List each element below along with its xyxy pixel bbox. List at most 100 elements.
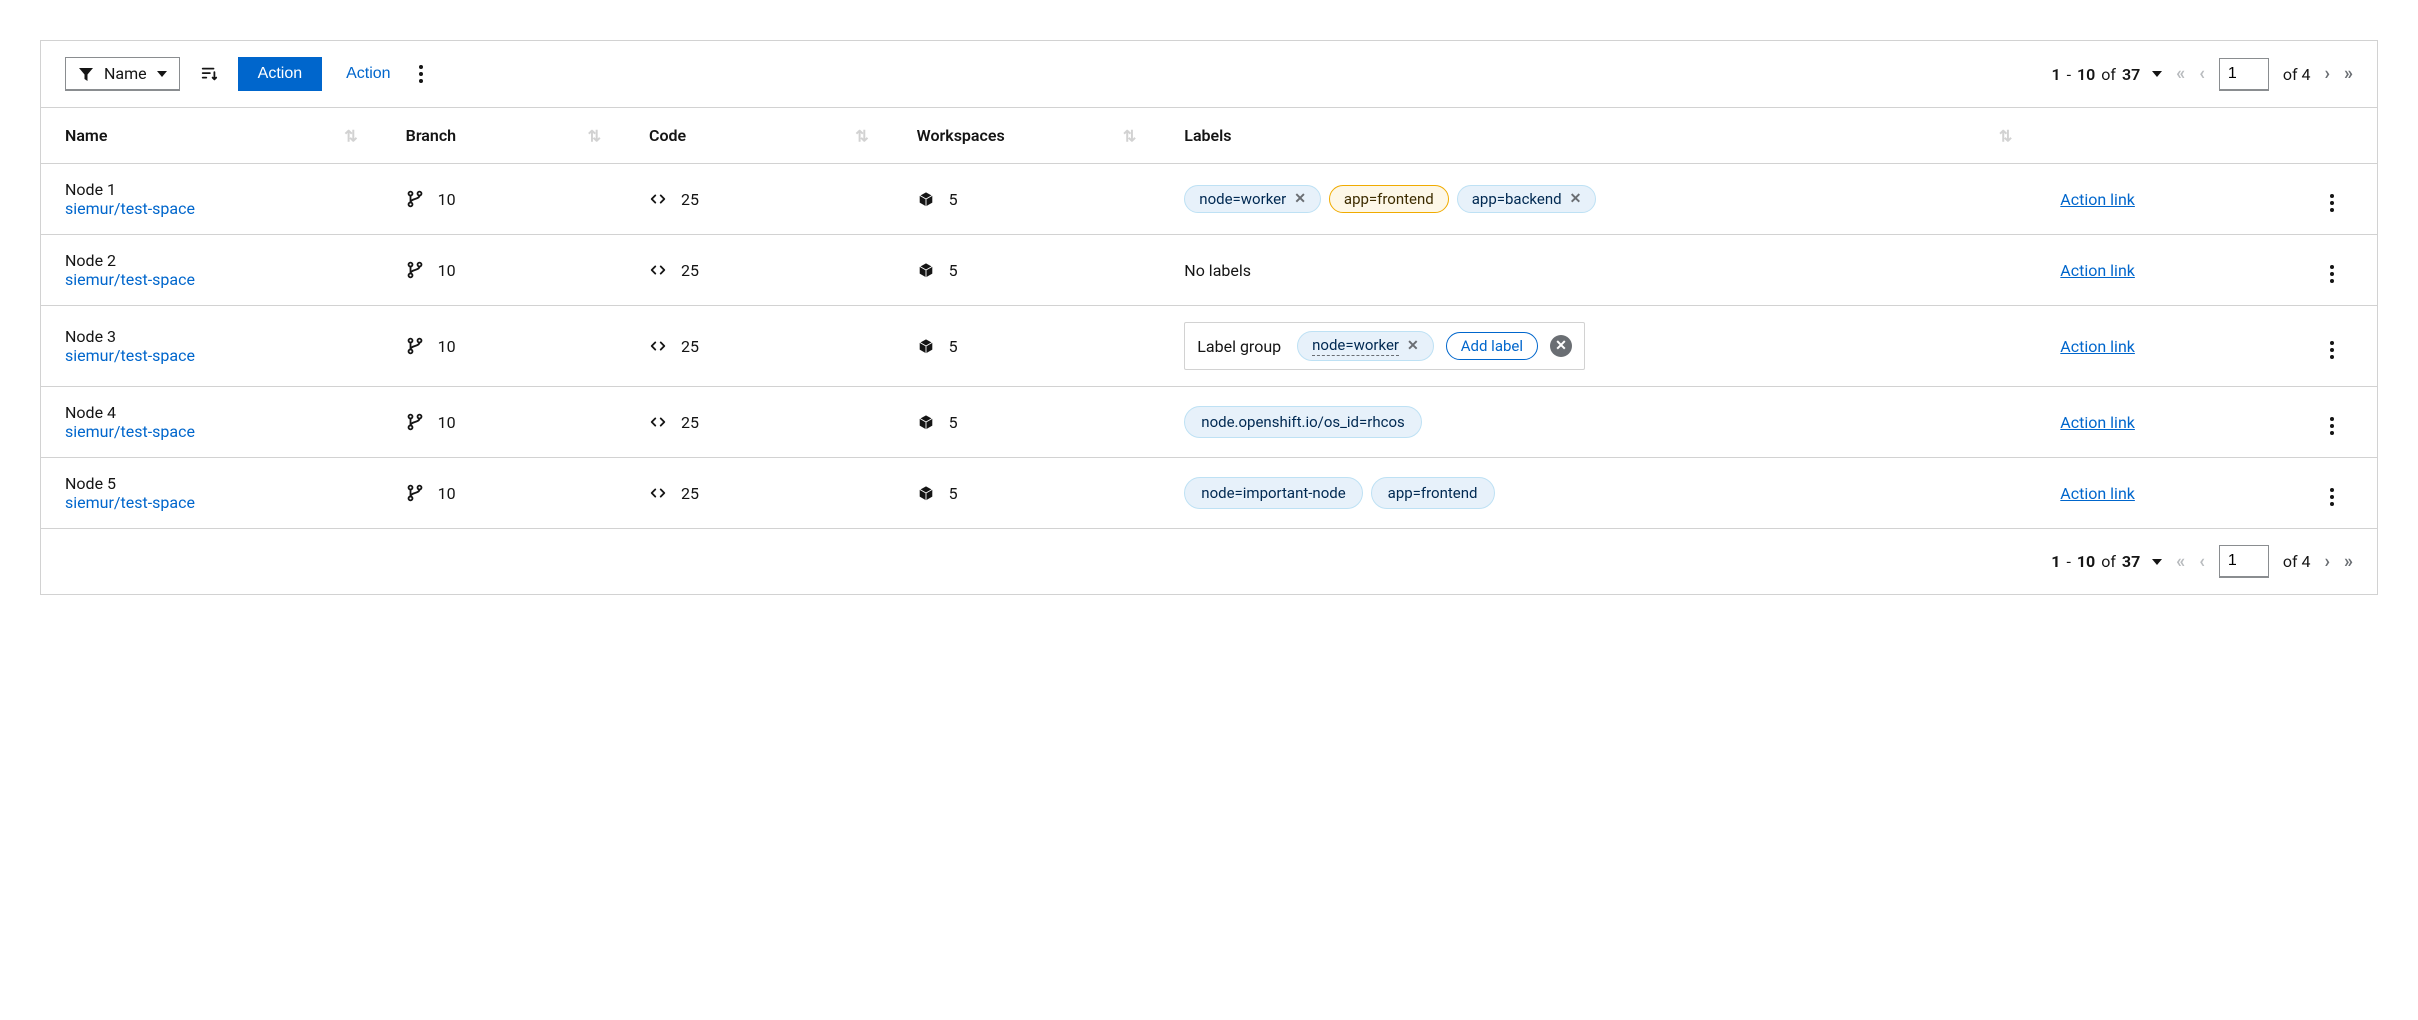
next-page-button[interactable]: › (2325, 65, 2330, 83)
page-input[interactable] (2219, 545, 2269, 578)
node-link[interactable]: siemur/test-space (65, 199, 195, 218)
node-name: Node 4 (65, 403, 366, 422)
data-panel: Name Action Action 1 - 10 of 37 « ‹ of (40, 40, 2378, 595)
label-editor: Label groupnode=worker✕Add label✕ (1184, 322, 1585, 370)
row-kebab[interactable] (2326, 337, 2338, 363)
branch-icon (406, 413, 424, 431)
sort-arrows-icon: ⇅ (588, 126, 601, 145)
branch-icon (406, 337, 424, 355)
sort-icon[interactable] (200, 65, 218, 83)
cube-icon (917, 261, 935, 279)
code-icon (649, 190, 667, 208)
node-link[interactable]: siemur/test-space (65, 422, 195, 441)
col-code[interactable]: Code⇅ (625, 108, 893, 164)
cell-action: Action link (2036, 164, 2279, 235)
label-chip-row: node=worker✕app=frontendapp=backend✕ (1184, 185, 2020, 213)
pagination-bottom: 1 - 10 of 37 « ‹ of 4 › » (41, 529, 2377, 594)
cell-menu (2280, 235, 2377, 306)
branch-value: 10 (438, 413, 456, 432)
action-link[interactable]: Action link (2060, 484, 2135, 503)
chip-remove-icon[interactable]: ✕ (1294, 191, 1306, 207)
action-link[interactable]: Action link (2060, 261, 2135, 280)
items-range[interactable]: 1 - 10 of 37 (2051, 552, 2162, 571)
code-icon (649, 484, 667, 502)
row-kebab[interactable] (2326, 484, 2338, 510)
row-kebab[interactable] (2326, 413, 2338, 439)
cell-labels: node=worker✕app=frontendapp=backend✕ (1160, 164, 2036, 235)
cell-code: 25 (625, 387, 893, 458)
no-labels-text: No labels (1184, 261, 1251, 280)
code-value: 25 (681, 337, 699, 356)
label-chip: app=backend✕ (1457, 185, 1597, 213)
branch-value: 10 (438, 261, 456, 280)
col-branch[interactable]: Branch⇅ (382, 108, 625, 164)
page-of: of 4 (2283, 552, 2311, 571)
close-editor-button[interactable]: ✕ (1550, 335, 1572, 357)
prev-page-button[interactable]: ‹ (2199, 65, 2205, 83)
items-range[interactable]: 1 - 10 of 37 (2051, 65, 2162, 84)
col-workspaces[interactable]: Workspaces⇅ (893, 108, 1161, 164)
cube-icon (917, 190, 935, 208)
chip-remove-icon[interactable]: ✕ (1407, 338, 1419, 354)
first-page-button[interactable]: « (2176, 553, 2185, 571)
next-page-button[interactable]: › (2325, 553, 2330, 571)
action-link[interactable]: Action link (2060, 337, 2135, 356)
cell-labels: Label groupnode=worker✕Add label✕ (1160, 306, 2036, 387)
cell-code: 25 (625, 164, 893, 235)
action-link[interactable]: Action link (2060, 190, 2135, 209)
secondary-action-link[interactable]: Action (342, 57, 394, 91)
code-icon (649, 261, 667, 279)
label-chip-row: node=important-nodeapp=frontend (1184, 477, 2020, 509)
workspaces-value: 5 (949, 337, 958, 356)
cell-branch: 10 (382, 387, 625, 458)
page-input[interactable] (2219, 58, 2269, 91)
branch-value: 10 (438, 337, 456, 356)
primary-action-button[interactable]: Action (238, 57, 322, 91)
label-chip: app=frontend (1329, 185, 1449, 213)
cube-icon (917, 413, 935, 431)
caret-down-icon (2152, 71, 2162, 77)
filter-dropdown[interactable]: Name (65, 57, 180, 91)
add-label-button[interactable]: Add label (1446, 332, 1538, 360)
chip-remove-icon[interactable]: ✕ (1570, 191, 1582, 207)
toolbar-left: Name Action Action (65, 57, 427, 91)
node-name: Node 1 (65, 180, 366, 199)
node-link[interactable]: siemur/test-space (65, 346, 195, 365)
cell-workspaces: 5 (893, 387, 1161, 458)
prev-page-button[interactable]: ‹ (2199, 553, 2205, 571)
code-icon (649, 413, 667, 431)
col-name[interactable]: Name⇅ (41, 108, 382, 164)
sort-arrows-icon: ⇅ (1123, 126, 1136, 145)
last-page-button[interactable]: » (2344, 553, 2353, 571)
row-kebab[interactable] (2326, 190, 2338, 216)
cell-labels: No labels (1160, 235, 2036, 306)
branch-value: 10 (438, 484, 456, 503)
filter-icon (78, 66, 94, 82)
cell-menu (2280, 164, 2377, 235)
node-link[interactable]: siemur/test-space (65, 493, 195, 512)
action-link[interactable]: Action link (2060, 413, 2135, 432)
table-row: Node 1siemur/test-space10255node=worker✕… (41, 164, 2377, 235)
first-page-button[interactable]: « (2176, 65, 2185, 83)
data-table: Name⇅ Branch⇅ Code⇅ Workspaces⇅ Labels⇅ … (41, 108, 2377, 529)
label-category: Label group (1197, 337, 1285, 356)
row-kebab[interactable] (2326, 261, 2338, 287)
cell-action: Action link (2036, 458, 2279, 529)
code-value: 25 (681, 484, 699, 503)
toolbar-kebab[interactable] (415, 61, 427, 87)
last-page-button[interactable]: » (2344, 65, 2353, 83)
node-link[interactable]: siemur/test-space (65, 270, 195, 289)
cell-menu (2280, 387, 2377, 458)
cell-labels: node=important-nodeapp=frontend (1160, 458, 2036, 529)
page-of: of 4 (2283, 65, 2311, 84)
cell-name: Node 1siemur/test-space (41, 164, 382, 235)
sort-arrows-icon: ⇅ (1999, 126, 2012, 145)
label-chip: node=important-node (1184, 477, 1362, 509)
cell-branch: 10 (382, 164, 625, 235)
workspaces-value: 5 (949, 190, 958, 209)
col-labels[interactable]: Labels⇅ (1160, 108, 2036, 164)
cell-action: Action link (2036, 306, 2279, 387)
cell-code: 25 (625, 458, 893, 529)
cell-code: 25 (625, 235, 893, 306)
workspaces-value: 5 (949, 484, 958, 503)
